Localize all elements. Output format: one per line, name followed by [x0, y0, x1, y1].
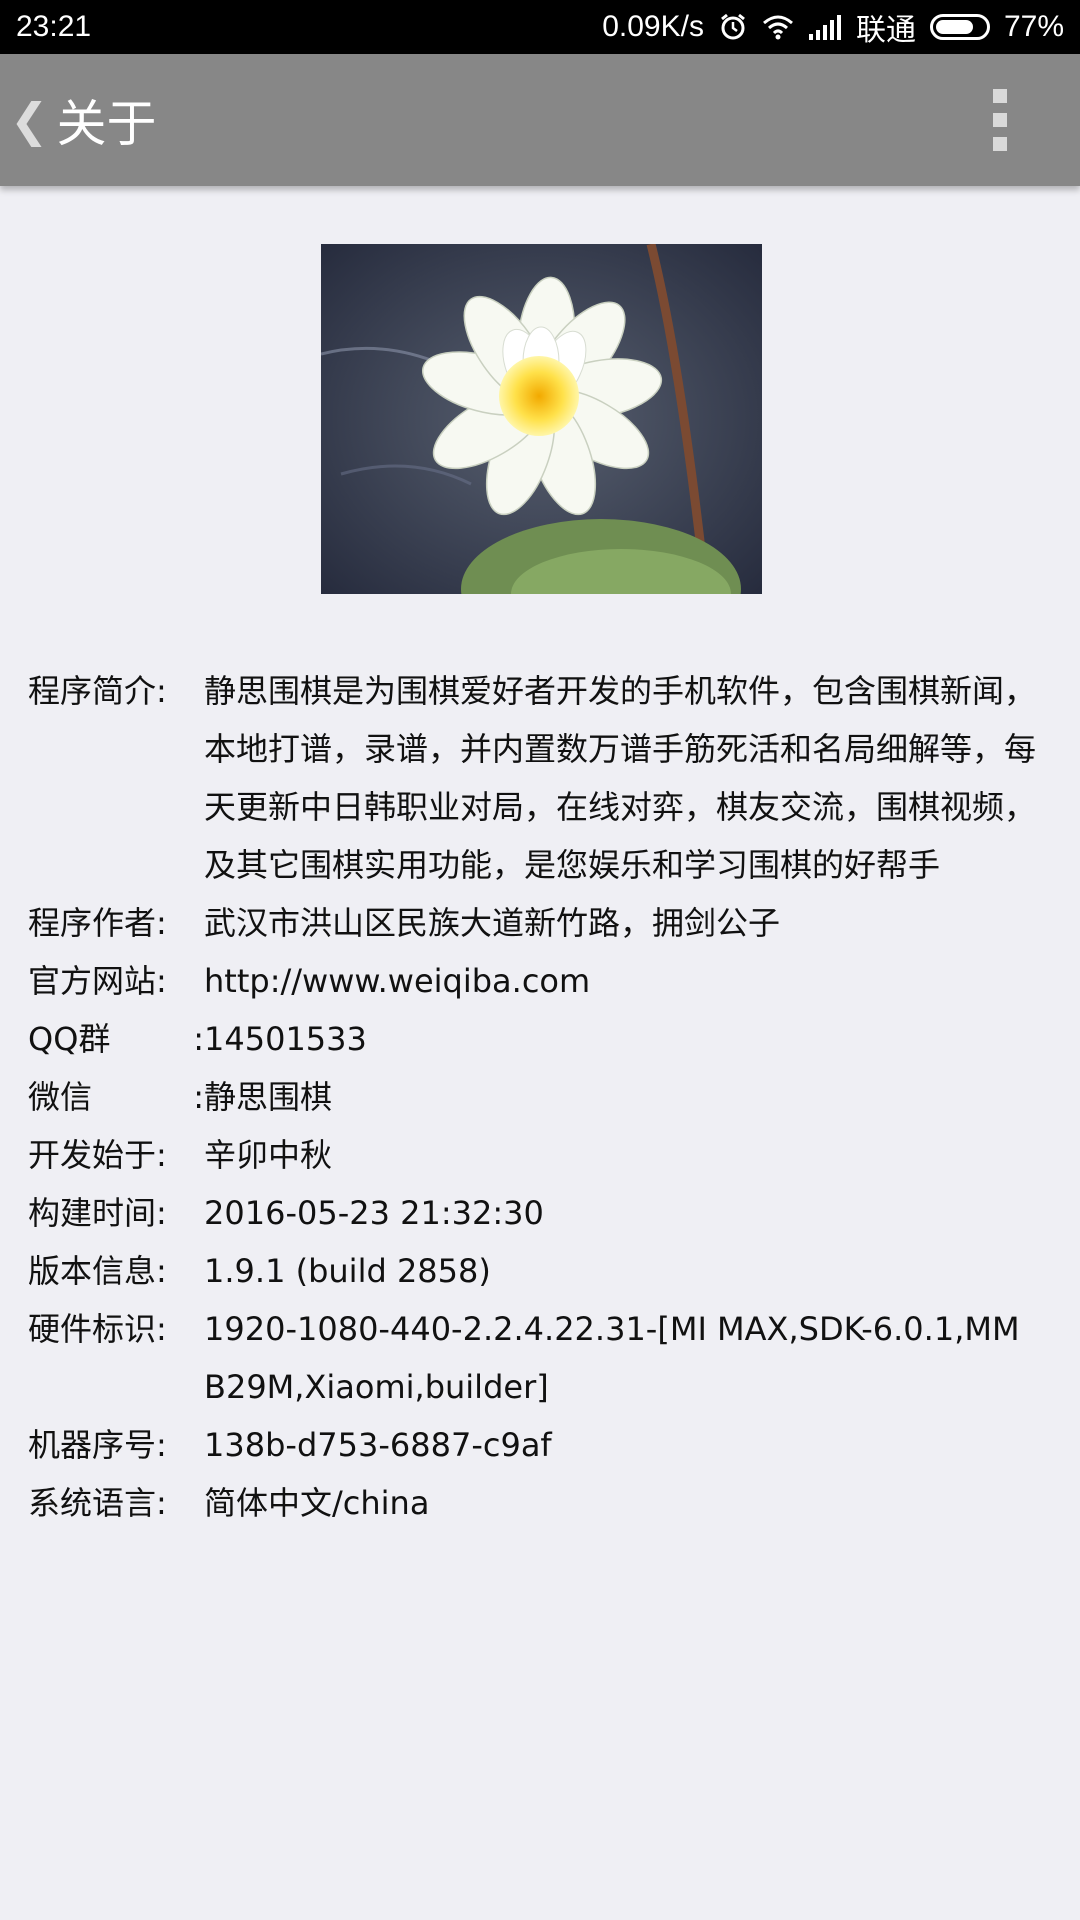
- start-label: 开发始于:: [28, 1136, 167, 1174]
- start-value: 辛卯中秋: [204, 1136, 333, 1174]
- info-row-serial: 机器序号: 138b-d753-6887-c9af: [28, 1416, 1038, 1474]
- website-label: 官方网站:: [28, 962, 167, 1000]
- language-label: 系统语言:: [28, 1484, 167, 1522]
- info-row-build-time: 构建时间: 2016-05-23 21:32:30: [28, 1184, 1038, 1242]
- qq-label: QQ群: [28, 1020, 111, 1058]
- more-vert-icon-dot: [993, 113, 1007, 127]
- more-options-button[interactable]: [970, 75, 1030, 165]
- info-row-intro: 程序简介: 静思围棋是为围棋爱好者开发的手机软件，包含围棋新闻，本地打谱，录谱，…: [28, 662, 1038, 894]
- wifi-icon: [762, 14, 794, 40]
- website-link[interactable]: http://www.weiqiba.com: [204, 952, 1038, 1010]
- info-row-author: 程序作者: 武汉市洪山区民族大道新竹路，拥剑公子: [28, 894, 1038, 952]
- chevron-left-icon: ❮: [10, 93, 49, 147]
- qq-label-group: QQ群 :: [28, 1010, 204, 1068]
- more-vert-icon: [993, 89, 1007, 103]
- hardware-value: 1920-1080-440-2.2.4.22.31-[MI MAX,SDK-6.…: [204, 1310, 1020, 1406]
- intro-value: 静思围棋是为围棋爱好者开发的手机软件，包含围棋新闻，本地打谱，录谱，并内置数万谱…: [204, 672, 1037, 884]
- build-time-label: 构建时间:: [28, 1194, 167, 1232]
- hardware-label: 硬件标识:: [28, 1310, 167, 1348]
- info-row-website: 官方网站: http://www.weiqiba.com: [28, 952, 1038, 1010]
- status-time: 23:21: [16, 10, 92, 43]
- info-row-qq: QQ群 : 14501533: [28, 1010, 1038, 1068]
- about-info-list: 程序简介: 静思围棋是为围棋爱好者开发的手机软件，包含围棋新闻，本地打谱，录谱，…: [28, 662, 1038, 1532]
- author-value: 武汉市洪山区民族大道新竹路，拥剑公子: [204, 904, 781, 942]
- page-title: 关于: [56, 95, 157, 153]
- status-bar: 23:21 0.09K/s 联通 77%: [0, 0, 1080, 54]
- wechat-label: 微信: [28, 1078, 93, 1116]
- alarm-icon: [718, 12, 748, 42]
- info-row-wechat: 微信 : 静思围棋: [28, 1068, 1038, 1126]
- info-row-version: 版本信息: 1.9.1 (build 2858): [28, 1242, 1038, 1300]
- more-vert-icon-dot: [993, 137, 1007, 151]
- author-label: 程序作者:: [28, 904, 167, 942]
- qq-colon: :: [193, 1020, 204, 1058]
- serial-value: 138b-d753-6887-c9af: [204, 1426, 552, 1464]
- battery-percent: 77%: [1003, 10, 1064, 43]
- app-header: ❮ 关于: [0, 54, 1080, 186]
- version-label: 版本信息:: [28, 1252, 167, 1290]
- version-value: 1.9.1 (build 2858): [204, 1252, 491, 1290]
- network-speed: 0.09K/s: [602, 10, 704, 43]
- wechat-value: 静思围棋: [204, 1078, 333, 1116]
- serial-label: 机器序号:: [28, 1426, 167, 1464]
- back-button[interactable]: ❮ 关于: [0, 84, 157, 156]
- app-logo-image: [320, 242, 762, 659]
- wechat-label-group: 微信 :: [28, 1068, 204, 1126]
- info-row-start: 开发始于: 辛卯中秋: [28, 1126, 1038, 1184]
- intro-label: 程序简介:: [28, 672, 167, 710]
- signal-icon: [808, 14, 842, 40]
- battery-icon: [929, 14, 990, 40]
- info-row-language: 系统语言: 简体中文/china: [28, 1474, 1038, 1532]
- wechat-colon: :: [193, 1078, 204, 1116]
- carrier-name: 联通: [855, 14, 916, 47]
- language-value: 简体中文/china: [204, 1484, 430, 1522]
- info-row-hardware: 硬件标识: 1920-1080-440-2.2.4.22.31-[MI MAX,…: [28, 1300, 1038, 1416]
- build-time-value: 2016-05-23 21:32:30: [204, 1194, 544, 1232]
- qq-value: 14501533: [204, 1020, 367, 1058]
